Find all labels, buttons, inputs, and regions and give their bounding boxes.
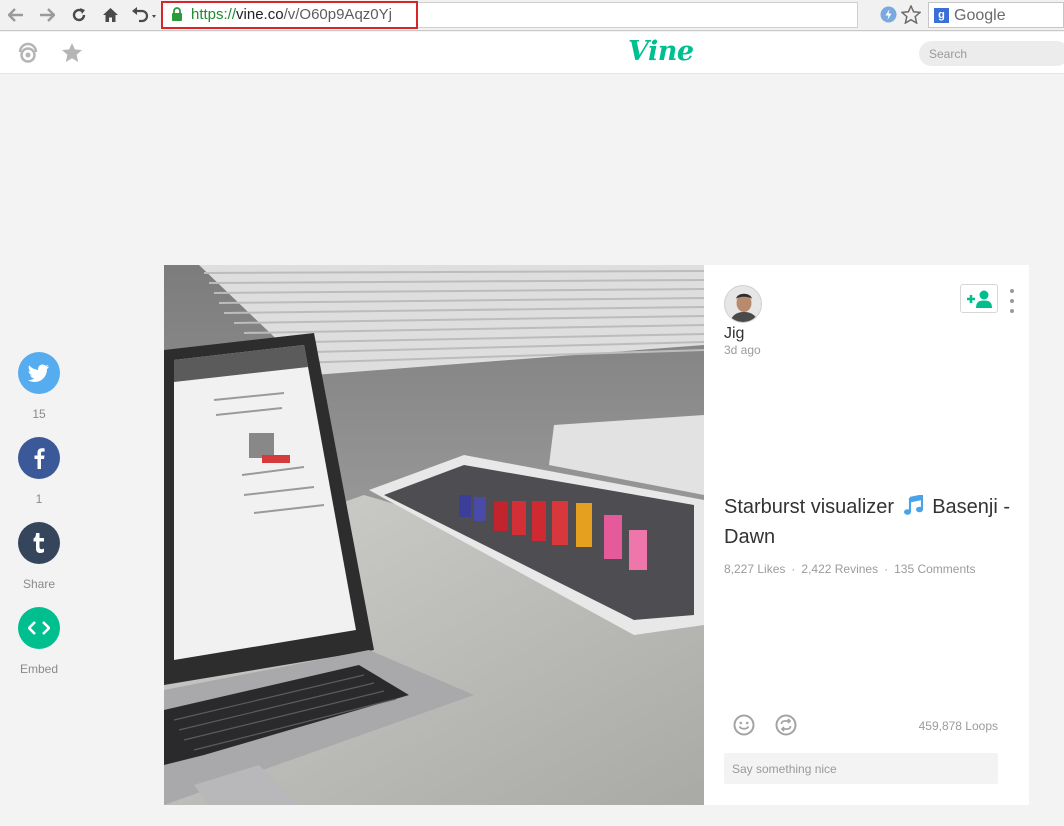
facebook-share-button[interactable] — [18, 437, 60, 479]
embed-code-icon — [28, 621, 50, 635]
tumblr-icon — [33, 533, 44, 553]
undo-icon[interactable] — [128, 4, 160, 26]
favorite-star-icon[interactable] — [61, 42, 83, 68]
revine-icon[interactable] — [775, 714, 797, 736]
post-details: Jig 3d ago Starburst visualizer Basenji … — [704, 265, 1029, 805]
video-player[interactable] — [164, 265, 704, 805]
embed-label: Embed — [19, 662, 59, 676]
google-logo-icon: g — [934, 8, 949, 23]
smile-icon[interactable] — [733, 714, 755, 736]
vine-header: Vine Search — [0, 32, 1064, 74]
bookmark-star-icon[interactable] — [900, 4, 922, 29]
follow-button[interactable] — [960, 284, 998, 313]
lock-icon — [171, 7, 183, 27]
browser-search-box[interactable]: g Google — [928, 2, 1064, 28]
facebook-count: 1 — [35, 492, 43, 506]
comments-count[interactable]: 135 Comments — [894, 562, 975, 576]
post-stats: 8,227 Likes · 2,422 Revines · 135 Comments — [724, 562, 976, 576]
loops-count: 459,878 Loops — [918, 719, 998, 733]
search-engine-label: Google — [954, 7, 1006, 24]
vine-logo[interactable]: Vine — [628, 36, 694, 67]
extension-icon[interactable] — [880, 6, 897, 28]
url-path: /v/O60p9Aqz0Yj — [283, 6, 392, 23]
url-text[interactable]: https://vine.co/v/O60p9Aqz0Yj — [191, 6, 392, 23]
twitter-icon — [28, 364, 49, 382]
header-search-input[interactable]: Search — [919, 41, 1064, 66]
likes-count[interactable]: 8,227 Likes — [724, 562, 785, 576]
url-host: vine.co — [236, 6, 284, 23]
forward-icon[interactable] — [36, 4, 58, 26]
revines-count[interactable]: 2,422 Revines — [801, 562, 878, 576]
explore-icon[interactable] — [17, 42, 39, 69]
share-rail: 15 1 Share Embed — [18, 352, 60, 692]
user-avatar-image — [725, 286, 761, 322]
back-icon[interactable] — [5, 4, 27, 26]
post-caption: Starburst visualizer Basenji - Dawn — [724, 493, 1014, 551]
more-vertical-icon[interactable] — [1007, 289, 1017, 313]
vine-post-card: Jig 3d ago Starburst visualizer Basenji … — [164, 265, 1029, 805]
embed-button[interactable] — [18, 607, 60, 649]
tumblr-share-button[interactable] — [18, 522, 60, 564]
video-frame-image — [164, 265, 704, 805]
reload-icon[interactable] — [68, 4, 90, 26]
post-timestamp: 3d ago — [724, 343, 761, 357]
music-note-icon — [903, 494, 923, 523]
facebook-icon — [34, 448, 45, 469]
url-scheme: https:// — [191, 6, 237, 23]
username[interactable]: Jig — [724, 325, 744, 343]
comment-input[interactable] — [724, 753, 998, 784]
twitter-count: 15 — [32, 407, 46, 421]
add-user-icon — [967, 290, 992, 308]
home-icon[interactable] — [99, 4, 121, 26]
browser-toolbar: https://vine.co/v/O60p9Aqz0Yj g Google — [0, 0, 1064, 31]
tumblr-share-label: Share — [22, 577, 56, 591]
twitter-share-button[interactable] — [18, 352, 60, 394]
avatar[interactable] — [724, 285, 762, 323]
caption-text-start: Starburst visualizer — [724, 496, 895, 518]
